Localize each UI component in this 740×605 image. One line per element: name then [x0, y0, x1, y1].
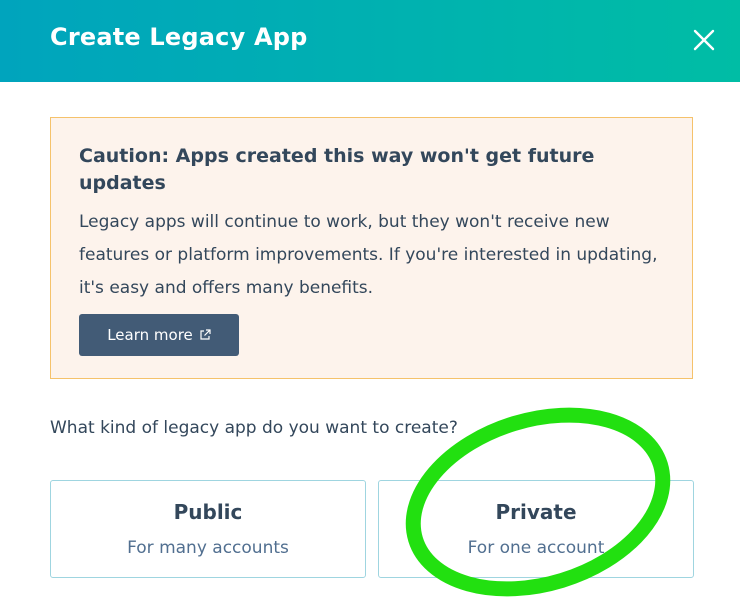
modal-header: Create Legacy App	[0, 0, 740, 82]
learn-more-label: Learn more	[107, 326, 193, 344]
alert-title: Caution: Apps created this way won't get…	[79, 145, 595, 194]
close-icon	[693, 29, 715, 51]
option-title: Private	[495, 500, 577, 524]
app-type-question: What kind of legacy app do you want to c…	[50, 418, 458, 438]
close-button[interactable]	[688, 24, 720, 56]
modal-title: Create Legacy App	[50, 23, 308, 51]
alert-body: Legacy apps will continue to work, but t…	[79, 212, 658, 298]
option-title: Public	[173, 500, 243, 524]
learn-more-button[interactable]: Learn more	[79, 314, 239, 356]
external-link-icon	[200, 329, 211, 340]
private-option-card[interactable]: Private For one account	[378, 480, 694, 578]
public-option-card[interactable]: Public For many accounts	[50, 480, 366, 578]
option-subtitle: For one account	[467, 538, 605, 558]
option-subtitle: For many accounts	[127, 538, 289, 558]
caution-alert: Caution: Apps created this way won't get…	[50, 117, 693, 379]
